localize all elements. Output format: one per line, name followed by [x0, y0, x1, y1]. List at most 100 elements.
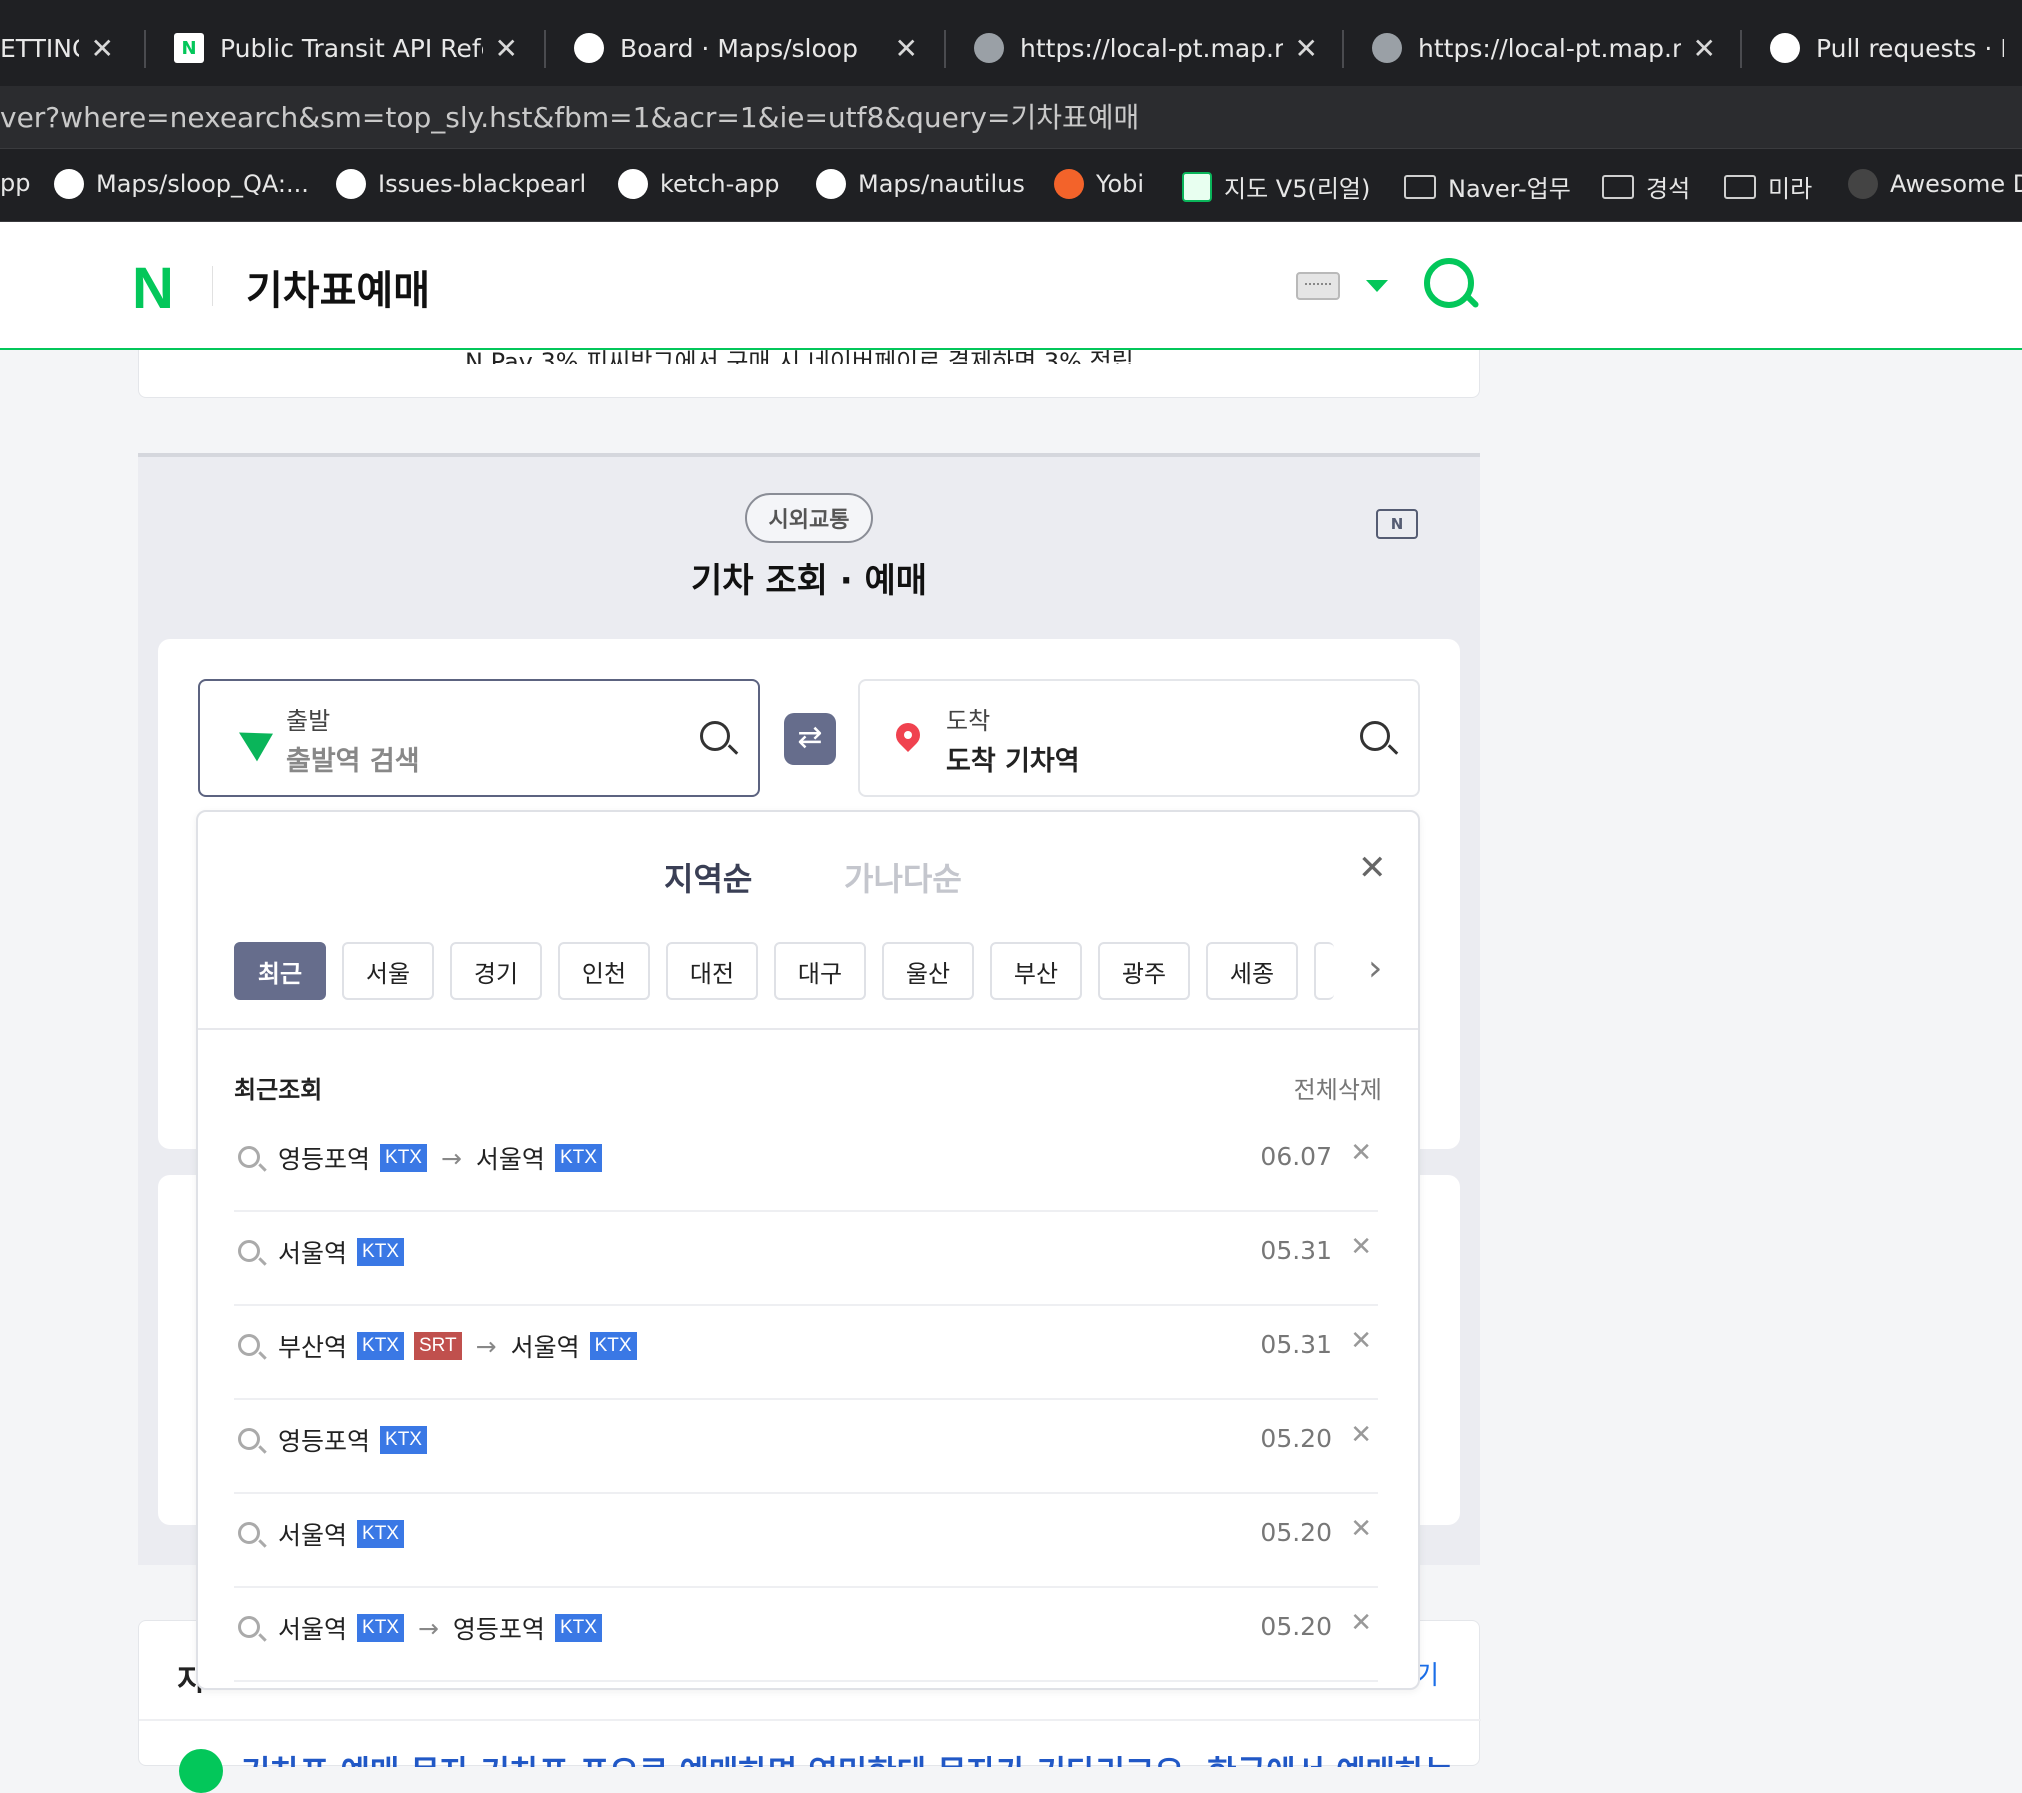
location-pin-icon [891, 718, 925, 752]
bookmark-item[interactable]: Yobi [1054, 169, 1144, 199]
search-icon[interactable] [700, 721, 730, 751]
departure-field[interactable]: 출발 출발역 검색 [198, 679, 760, 797]
station-name: 서울역 [278, 1615, 348, 1644]
browser-tab[interactable]: https://local-pt.map.nav ✕ [956, 16, 1336, 80]
delete-icon[interactable]: ✕ [1350, 1608, 1372, 1638]
bookmark-label: Issues-blackpearl [378, 170, 587, 198]
search-icon[interactable] [1360, 721, 1390, 751]
bookmark-label: 경석 [1646, 175, 1691, 203]
route: 서울역 KTX [278, 1516, 404, 1552]
github-icon [336, 169, 366, 199]
departure-label: 출발 [286, 707, 331, 735]
close-tab-icon[interactable]: ✕ [1295, 32, 1318, 65]
region-chip[interactable]: 경기 [450, 942, 542, 1000]
clear-all-button[interactable]: 전체삭제 [1294, 1070, 1382, 1105]
bookmark-item[interactable]: pp [0, 169, 30, 197]
tab-separator [944, 30, 946, 68]
bookmark-item[interactable]: 경석 [1602, 169, 1690, 204]
region-chip[interactable]: 인천 [558, 942, 650, 1000]
delete-icon[interactable]: ✕ [1350, 1420, 1372, 1450]
region-chip[interactable]: 부산 [990, 942, 1082, 1000]
bookmark-item[interactable]: Maps/sloop_QA:... [54, 169, 309, 199]
bookmark-item[interactable]: ketch-app [618, 169, 779, 199]
bookmark-item[interactable]: Naver-업무 [1404, 169, 1571, 204]
search-date: 05.31 [1260, 1330, 1332, 1359]
github-icon [574, 33, 604, 63]
bookmark-label: 지도 V5(리얼) [1224, 175, 1371, 203]
promo-text[interactable]: N Pay 3% 피씨방그에서 구매 시 네이버페이로 결제하면 3% 적립 [465, 342, 1134, 364]
browser-tab[interactable]: ETTINGS ✕ [0, 16, 132, 80]
close-tab-icon[interactable]: ✕ [91, 32, 114, 65]
region-chip[interactable]: 광주 [1098, 942, 1190, 1000]
region-chip[interactable]: 서울 [342, 942, 434, 1000]
browser-tab[interactable]: https://local-pt.map.nav ✕ [1354, 16, 1734, 80]
sort-tab-region[interactable]: 지역순 [664, 854, 753, 900]
station-name: 영등포역 [278, 1145, 371, 1174]
region-chip[interactable]: 울산 [882, 942, 974, 1000]
ktx-badge: KTX [554, 1144, 602, 1172]
info-text[interactable]: 기차표 예매 문자 기차표 표으로 예매하면 연민한데 문자가 기다리고요, 한… [241, 1747, 1454, 1767]
station-name: 부산역 [278, 1333, 348, 1362]
close-tab-icon[interactable]: ✕ [495, 32, 518, 65]
address-bar[interactable]: ver?where=nexearch&sm=top_sly.hst&fbm=1&… [0, 86, 2022, 148]
tab-separator [144, 30, 146, 68]
caret-down-icon[interactable] [1366, 280, 1388, 292]
close-icon[interactable]: ✕ [1358, 848, 1387, 888]
delete-icon[interactable]: ✕ [1350, 1514, 1372, 1544]
recent-search-row[interactable]: 영등포역 KTX 05.20 ✕ [234, 1400, 1378, 1494]
region-chip[interactable] [1314, 942, 1334, 1000]
search-date: 05.20 [1260, 1424, 1332, 1453]
naver-icon: N [174, 33, 204, 63]
bookmark-item[interactable]: Maps/nautilus [816, 169, 1025, 199]
bookmark-item[interactable]: Issues-blackpearl [336, 169, 586, 199]
browser-tab[interactable]: Board · Maps/sloop ✕ [556, 16, 936, 80]
naver-search-header: N 기차표예매 [0, 222, 2022, 350]
recent-search-row[interactable]: 서울역 KTX 05.31 ✕ [234, 1212, 1378, 1306]
tab-separator [1342, 30, 1344, 68]
folder-icon [1404, 174, 1436, 199]
route: 영등포역 KTX [278, 1422, 427, 1458]
route: 서울역 KTX → 영등포역 KTX [278, 1610, 602, 1646]
region-chip[interactable]: 세종 [1206, 942, 1298, 1000]
search-date: 05.20 [1260, 1518, 1332, 1547]
delete-icon[interactable]: ✕ [1350, 1232, 1372, 1262]
recent-search-row[interactable]: 서울역 KTX → 영등포역 KTX 05.20 ✕ [234, 1588, 1378, 1682]
recent-search-row[interactable]: 부산역 KTX SRT → 서울역 KTX 05.31 ✕ [234, 1306, 1378, 1400]
search-query-input[interactable]: 기차표예매 [246, 258, 430, 316]
arrival-field[interactable]: 도착 도착 기차역 [858, 679, 1420, 797]
folder-icon [1602, 174, 1634, 199]
delete-icon[interactable]: ✕ [1350, 1138, 1372, 1168]
keyboard-icon[interactable] [1296, 272, 1340, 300]
search-date: 05.31 [1260, 1236, 1332, 1265]
swap-stations-button[interactable]: ⇄ [784, 713, 836, 765]
recent-search-row[interactable]: 서울역 KTX 05.20 ✕ [234, 1494, 1378, 1588]
sort-tab-alphabetical[interactable]: 가나다순 [844, 854, 962, 900]
station-name: 영등포역 [278, 1427, 371, 1456]
delete-icon[interactable]: ✕ [1350, 1326, 1372, 1356]
bookmark-label: Naver-업무 [1448, 175, 1571, 203]
srt-badge: SRT [413, 1332, 462, 1360]
url-text: ver?where=nexearch&sm=top_sly.hst&fbm=1&… [0, 101, 1140, 134]
browser-tab[interactable]: Pull requests · Map [1752, 16, 2022, 80]
close-tab-icon[interactable]: ✕ [1693, 32, 1716, 65]
recent-search-row[interactable]: 영등포역 KTX → 서울역 KTX 06.07 ✕ [234, 1118, 1378, 1212]
naver-ticket-icon[interactable]: N [1376, 509, 1418, 539]
browser-tab[interactable]: N Public Transit API Refer ✕ [156, 16, 536, 80]
naver-logo[interactable]: N [132, 260, 174, 318]
tab-title: https://local-pt.map.nav [1418, 33, 1681, 63]
region-chip[interactable]: 대구 [774, 942, 866, 1000]
search-icon[interactable] [1424, 258, 1474, 308]
bookmark-item[interactable]: 지도 V5(리얼) [1182, 169, 1370, 204]
search-icon [238, 1522, 260, 1544]
chevron-right-icon[interactable]: › [1368, 948, 1382, 989]
navigation-arrow-icon [231, 718, 273, 762]
close-tab-icon[interactable]: ✕ [895, 32, 918, 65]
bookmark-item[interactable]: 미라 [1724, 169, 1812, 204]
ktx-badge: KTX [357, 1332, 404, 1360]
search-icon [238, 1240, 260, 1262]
region-chip[interactable]: 최근 [234, 942, 326, 1000]
region-chip[interactable]: 대전 [666, 942, 758, 1000]
arrow-right-icon: → [440, 1143, 462, 1173]
bookmark-item[interactable]: Awesome D [1848, 169, 2022, 199]
category-pill[interactable]: 시외교통 [745, 493, 873, 543]
